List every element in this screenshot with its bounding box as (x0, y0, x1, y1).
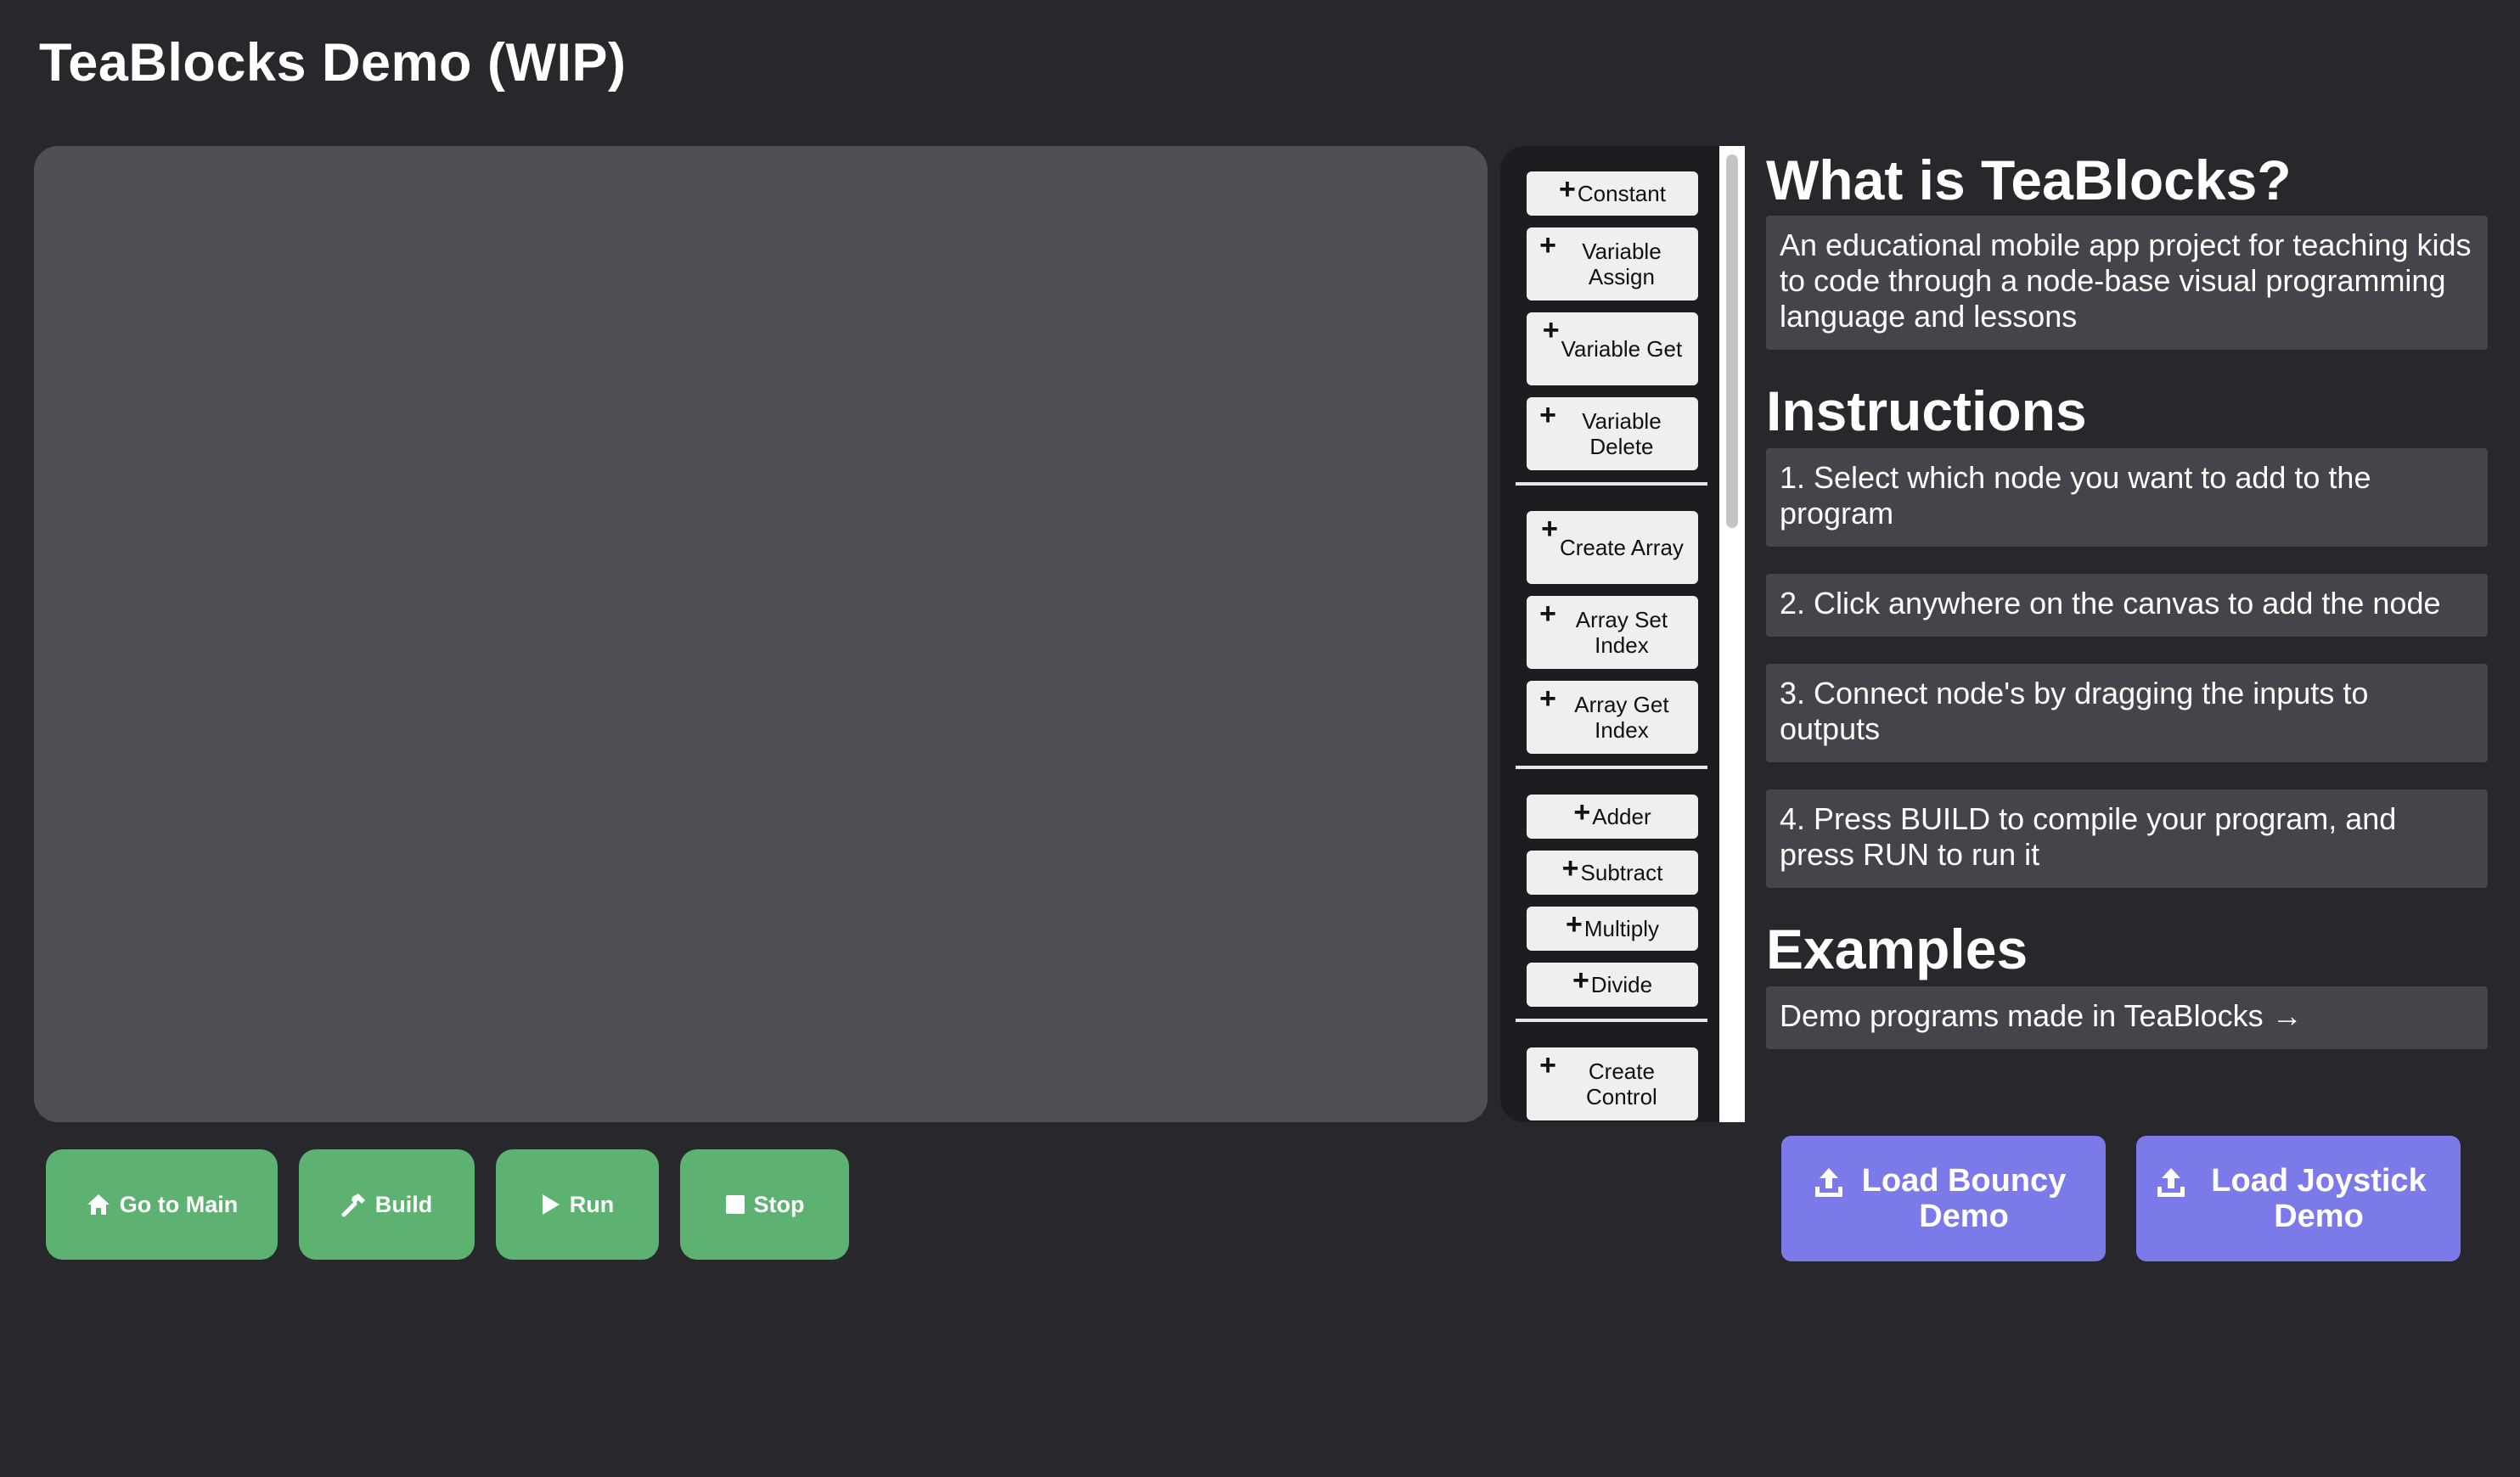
plus-icon: + (1566, 908, 1583, 941)
add-node-button[interactable]: + Create Control (1527, 1047, 1698, 1120)
plus-icon: + (1539, 1049, 1556, 1081)
build-button[interactable]: Build (299, 1149, 475, 1260)
plus-icon: + (1539, 399, 1556, 431)
add-node-button[interactable]: + Variable Get (1527, 312, 1698, 385)
add-node-label: Variable Delete (1582, 408, 1662, 459)
add-node-button[interactable]: + Create Array (1527, 511, 1698, 584)
add-node-button[interactable]: + Divide (1527, 963, 1698, 1007)
palette-divider (1516, 766, 1707, 769)
add-node-button[interactable]: + Adder (1527, 795, 1698, 839)
examples-link[interactable]: Demo programs made in TeaBlocks → (1766, 986, 2488, 1049)
what-heading: What is TeaBlocks? (1766, 149, 2292, 211)
home-icon (87, 1194, 110, 1215)
add-node-button[interactable]: + Constant (1527, 171, 1698, 216)
node-palette: + Constant + Variable Assign + Variable Get + V… (1500, 146, 1745, 1122)
add-node-label: Multiply (1583, 916, 1659, 941)
control-bar: Go to Main Build Run Stop (46, 1149, 849, 1260)
add-node-label: Adder (1592, 804, 1651, 829)
add-node-label: Divide (1590, 972, 1653, 997)
run-button[interactable]: Run (496, 1149, 659, 1260)
plus-icon: + (1573, 796, 1591, 828)
plus-icon: + (1561, 852, 1579, 885)
load-bouncy-demo-label: Load Bouncy Demo (1861, 1163, 2067, 1234)
add-node-label: Create Control (1586, 1059, 1657, 1109)
stop-icon (725, 1195, 745, 1214)
add-node-label: Array Set Index (1575, 607, 1668, 658)
instruction-step-3: 3. Connect node's by dragging the inputs… (1766, 664, 2488, 762)
add-node-label: Subtract (1580, 860, 1663, 885)
instructions-heading: Instructions (1766, 379, 2087, 442)
instruction-step-2: 2. Click anywhere on the canvas to add t… (1766, 574, 2488, 637)
plus-icon: + (1539, 229, 1556, 261)
add-node-label: Constant (1577, 181, 1666, 206)
upload-icon (2157, 1168, 2185, 1197)
palette-divider (1516, 482, 1707, 486)
stop-button[interactable]: Stop (680, 1149, 849, 1260)
plus-icon: + (1572, 964, 1589, 997)
stop-label: Stop (753, 1191, 805, 1217)
build-label: Build (374, 1191, 433, 1217)
add-node-button[interactable]: + Subtract (1527, 851, 1698, 895)
add-node-label: Array Get Index (1574, 692, 1669, 743)
palette-scrollbar[interactable] (1719, 146, 1745, 1122)
instruction-step-1: 1. Select which node you want to add to … (1766, 448, 2488, 547)
add-node-button[interactable]: + Multiply (1527, 907, 1698, 951)
info-panel: What is TeaBlocks? An educational mobile… (1766, 146, 2488, 1049)
plus-icon: + (1541, 513, 1558, 545)
add-node-label: Variable Get (1561, 336, 1683, 362)
hammer-icon (341, 1193, 365, 1217)
go-to-main-button[interactable]: Go to Main (46, 1149, 278, 1260)
plus-icon: + (1559, 173, 1576, 205)
go-to-main-label: Go to Main (119, 1191, 239, 1217)
load-joystick-demo-label: Load Joystick Demo (2211, 1163, 2427, 1234)
add-node-button[interactable]: + Variable Delete (1527, 397, 1698, 470)
add-node-button[interactable]: + Array Get Index (1527, 681, 1698, 754)
run-label: Run (569, 1191, 615, 1217)
plus-icon: + (1539, 682, 1556, 715)
palette-scrollbar-thumb[interactable] (1726, 154, 1738, 528)
add-node-button[interactable]: + Variable Assign (1527, 227, 1698, 300)
plus-icon: + (1539, 598, 1556, 630)
add-node-label: Create Array (1559, 535, 1684, 560)
what-description: An educational mobile app project for te… (1766, 216, 2488, 350)
examples-heading: Examples (1766, 918, 2028, 980)
add-node-button[interactable]: + Array Set Index (1527, 596, 1698, 669)
load-joystick-demo-button[interactable]: Load Joystick Demo (2136, 1136, 2461, 1261)
instruction-step-4: 4. Press BUILD to compile your program, … (1766, 789, 2488, 888)
play-icon (542, 1194, 560, 1215)
palette-divider (1516, 1019, 1707, 1022)
page-title: TeaBlocks Demo (WIP) (39, 33, 627, 93)
upload-icon (1815, 1168, 1842, 1197)
node-palette-list: + Constant + Variable Assign + Variable Get + V… (1500, 146, 1719, 1122)
add-node-label: Variable Assign (1582, 239, 1662, 289)
load-bouncy-demo-button[interactable]: Load Bouncy Demo (1781, 1136, 2106, 1261)
node-canvas[interactable] (34, 146, 1488, 1122)
plus-icon: + (1542, 314, 1560, 346)
